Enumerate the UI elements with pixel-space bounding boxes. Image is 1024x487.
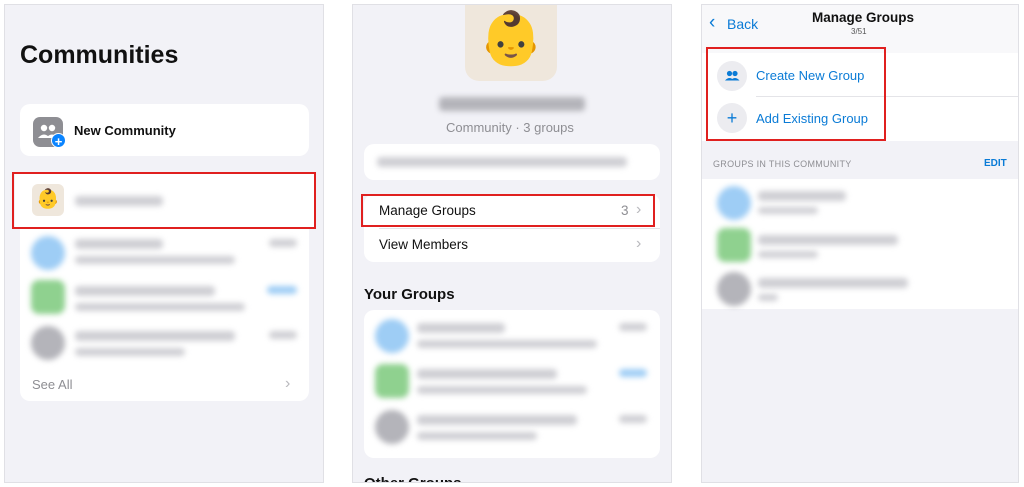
group-avatar: [31, 236, 65, 270]
chevron-left-icon[interactable]: ‹: [709, 13, 715, 33]
group-time-blurred: [619, 369, 647, 377]
group-members-blurred: [758, 251, 818, 258]
communities-screen: Communities + New Community 👶 See All ›: [4, 4, 324, 483]
community-subtitle: Community · 3 groups: [446, 120, 574, 135]
edit-button[interactable]: EDIT: [984, 158, 1007, 169]
group-name-blurred: [417, 323, 505, 333]
highlight-manage-groups: [361, 194, 655, 227]
group-avatar: [717, 228, 751, 262]
view-members-row[interactable]: View Members: [379, 237, 468, 252]
chevron-right-icon: ›: [636, 235, 642, 252]
chevron-right-icon: ›: [285, 375, 291, 392]
other-groups-heading: Other Groups: [364, 475, 462, 482]
highlight-group-actions: [706, 47, 886, 141]
group-message-blurred: [417, 432, 537, 440]
group-message-blurred: [417, 386, 587, 394]
highlight-community-row: [12, 172, 316, 229]
group-time-blurred: [267, 286, 297, 294]
plus-badge-icon: +: [51, 133, 66, 149]
group-name-blurred: [758, 278, 908, 288]
your-groups-heading: Your Groups: [364, 286, 455, 303]
group-members-blurred: [758, 207, 818, 214]
group-time-blurred: [269, 331, 297, 339]
group-name-blurred: [75, 286, 215, 296]
see-all-link[interactable]: See All: [32, 377, 72, 392]
divider: [379, 228, 660, 229]
group-name-blurred: [417, 369, 557, 379]
group-message-blurred: [75, 348, 185, 356]
manage-groups-screen: ‹ Back Manage Groups 3/51 Create New Gro…: [701, 4, 1019, 483]
group-time-blurred: [269, 239, 297, 247]
community-large-avatar: 👶: [465, 5, 557, 81]
group-time-blurred: [619, 323, 647, 331]
community-info-screen: 👶 Community · 3 groups Manage Groups 3 ›…: [352, 4, 672, 483]
group-avatar: [717, 186, 751, 220]
group-name-blurred: [417, 415, 577, 425]
page-title: Communities: [20, 41, 179, 69]
group-avatar: [31, 326, 65, 360]
group-time-blurred: [619, 415, 647, 423]
group-message-blurred: [75, 256, 235, 264]
group-avatar: [717, 272, 751, 306]
group-avatar: [31, 280, 65, 314]
community-name-blurred: [439, 97, 585, 111]
community-description-blurred: [377, 157, 627, 167]
group-counter: 3/51: [851, 27, 867, 36]
group-name-blurred: [75, 239, 163, 249]
new-community-label: New Community: [74, 123, 176, 138]
section-header: GROUPS IN THIS COMMUNITY: [713, 159, 852, 169]
group-message-blurred: [75, 303, 245, 311]
group-name-blurred: [75, 331, 235, 341]
group-avatar: [375, 364, 409, 398]
group-name-blurred: [758, 191, 846, 201]
group-message-blurred: [417, 340, 597, 348]
group-members-blurred: [758, 294, 778, 301]
back-button[interactable]: Back: [727, 16, 758, 32]
page-title: Manage Groups: [812, 10, 915, 25]
group-avatar: [375, 410, 409, 444]
group-name-blurred: [758, 235, 898, 245]
group-avatar: [375, 319, 409, 353]
